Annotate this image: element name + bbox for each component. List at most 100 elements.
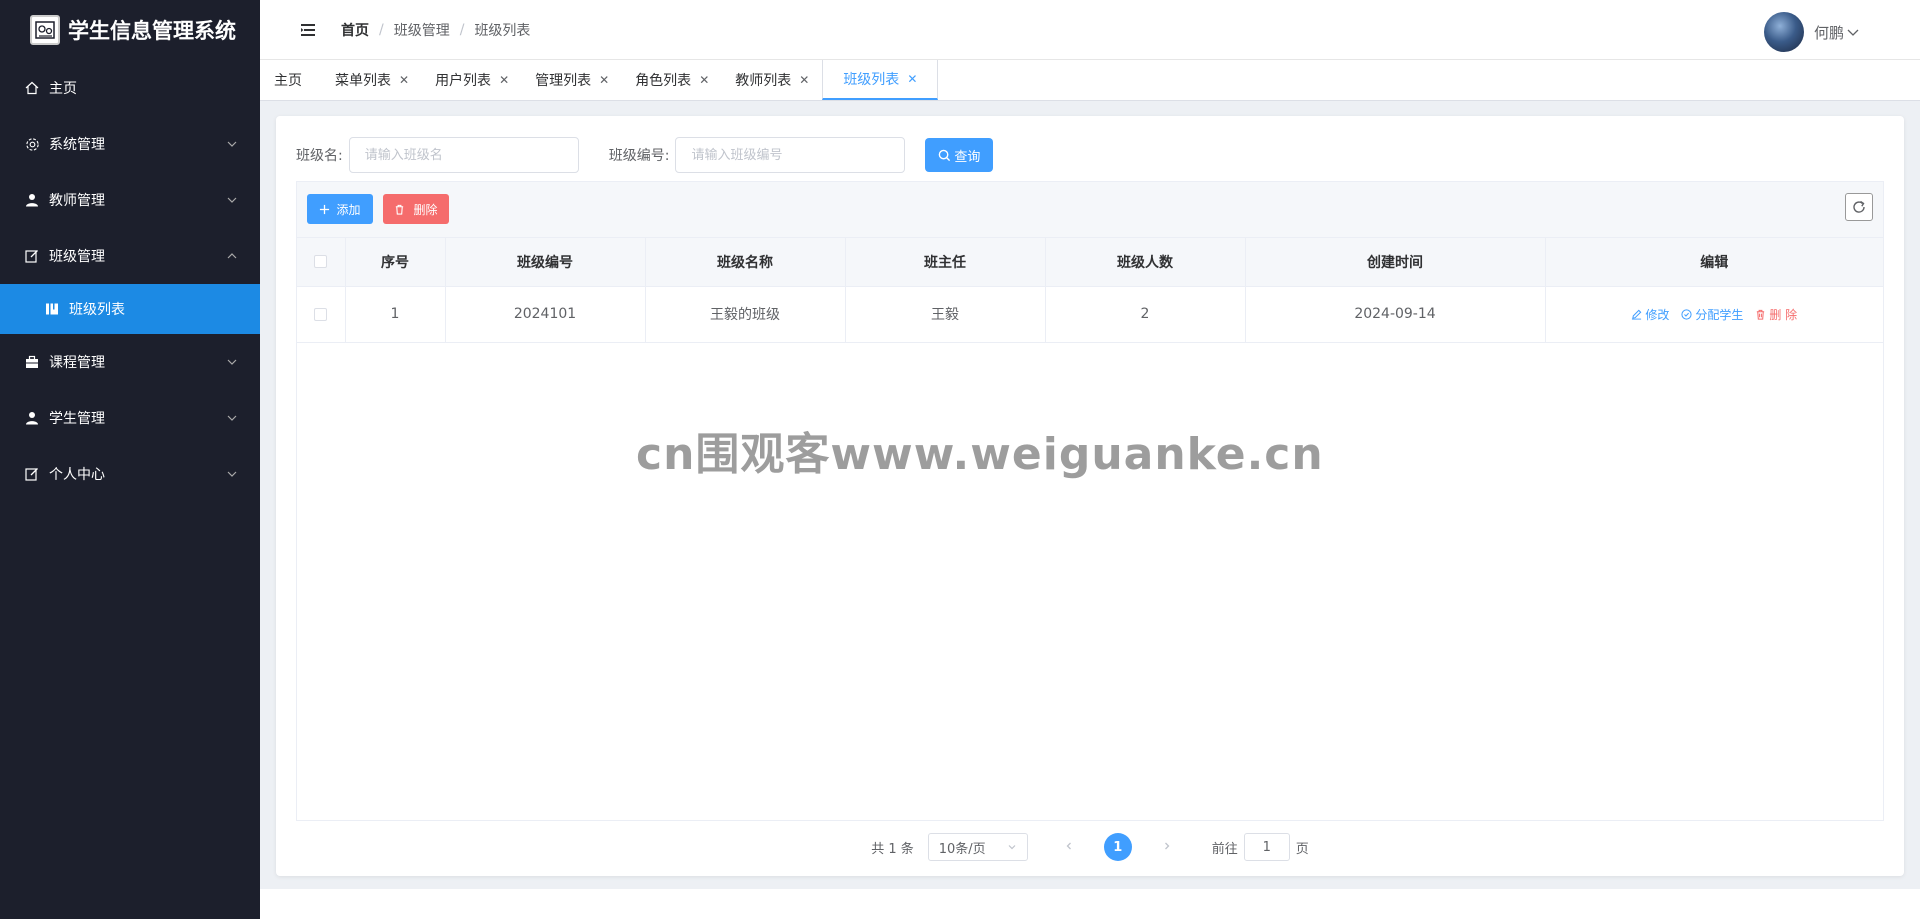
page-size-value: 10条/页 bbox=[938, 841, 986, 857]
column-header: 班级名称 bbox=[645, 238, 846, 287]
chevron-down-icon bbox=[1847, 29, 1859, 36]
user-menu[interactable]: 何鹏 bbox=[1763, 12, 1860, 52]
chevron-right-icon bbox=[1164, 842, 1170, 850]
tab-label: 教师列表 bbox=[735, 73, 792, 89]
trash-icon bbox=[396, 204, 404, 215]
assign-students-action[interactable]: 分配学生 bbox=[1681, 306, 1743, 323]
refresh-icon bbox=[1853, 200, 1865, 213]
close-icon[interactable]: ✕ bbox=[399, 73, 409, 87]
column-header: 编辑 bbox=[1545, 238, 1883, 287]
edit-action-label: 修改 bbox=[1645, 307, 1670, 322]
delete-button[interactable]: 删除 bbox=[383, 194, 449, 224]
row-checkbox[interactable] bbox=[314, 307, 328, 321]
sidebar-item-system[interactable]: 系统管理 bbox=[0, 116, 260, 172]
user-name[interactable]: 何鹏 bbox=[1814, 22, 1844, 43]
menu-toggle-icon[interactable] bbox=[298, 20, 318, 40]
main-card: 班级名: 班级编号: 查询 添加 删除 bbox=[276, 116, 1904, 876]
tab-teacher-list[interactable]: 教师列表 ✕ bbox=[722, 60, 822, 100]
app-title: 学生信息管理系统 bbox=[68, 19, 236, 43]
sidebar-item-label: 系统管理 bbox=[49, 137, 105, 153]
close-icon[interactable]: ✕ bbox=[907, 72, 917, 86]
select-all-checkbox[interactable] bbox=[314, 255, 328, 269]
sidebar-item-students[interactable]: 学生管理 bbox=[0, 390, 260, 446]
chevron-down-icon bbox=[227, 471, 237, 477]
chevron-down-icon bbox=[227, 141, 237, 147]
user-icon bbox=[24, 192, 40, 208]
class-name-input[interactable] bbox=[348, 137, 579, 173]
prev-page-button[interactable] bbox=[1054, 839, 1084, 855]
cell-created-time: 2024-09-14 bbox=[1245, 286, 1546, 343]
watermark-text: cn围观客www.weiguanke.cn bbox=[636, 429, 1324, 480]
breadcrumb-class-list: 班级列表 bbox=[474, 22, 531, 39]
cell-class-name: 王毅的班级 bbox=[645, 286, 846, 343]
cell-student-count: 2 bbox=[1045, 286, 1246, 343]
chevron-left-icon bbox=[1066, 842, 1071, 850]
breadcrumb: 首页 / 班级管理 / 班级列表 bbox=[341, 20, 530, 40]
tab-home[interactable]: 主页 bbox=[260, 60, 322, 100]
table-header-row: 序号 班级编号 班级名称 班主任 班级人数 创建时间 编辑 bbox=[297, 238, 1883, 287]
class-code-input[interactable] bbox=[675, 137, 906, 173]
column-header: 班级编号 bbox=[445, 238, 646, 287]
class-name-label: 班级名: bbox=[296, 148, 343, 164]
query-label: 查询 bbox=[954, 149, 981, 165]
add-label: 添加 bbox=[336, 202, 361, 217]
cell-head-teacher: 王毅 bbox=[845, 286, 1046, 343]
add-button[interactable]: 添加 bbox=[307, 194, 373, 224]
avatar[interactable] bbox=[1763, 12, 1804, 52]
close-icon[interactable]: ✕ bbox=[499, 73, 509, 87]
sidebar-item-label: 学生管理 bbox=[49, 411, 105, 427]
sidebar-item-profile[interactable]: 个人中心 bbox=[0, 446, 260, 502]
tab-role-list[interactable]: 角色列表 ✕ bbox=[622, 60, 722, 100]
cell-class-code: 2024101 bbox=[445, 286, 646, 343]
sidebar-item-home[interactable]: 主页 bbox=[0, 60, 260, 116]
page-size-select[interactable]: 10条/页 bbox=[927, 833, 1028, 861]
page-jump-input[interactable] bbox=[1243, 833, 1290, 861]
sidebar-subitem-class-list[interactable]: 班级列表 bbox=[0, 284, 260, 334]
breadcrumb-separator: / bbox=[379, 21, 384, 38]
brand: 学生信息管理系统 bbox=[0, 0, 260, 60]
sidebar-item-label: 主页 bbox=[49, 81, 77, 97]
select-all-cell bbox=[297, 238, 346, 287]
sidebar-item-label: 个人中心 bbox=[49, 467, 105, 483]
column-header: 序号 bbox=[345, 238, 446, 287]
tab-admin-list[interactable]: 管理列表 ✕ bbox=[522, 60, 622, 100]
row-select-cell bbox=[297, 286, 346, 343]
page-number-current[interactable]: 1 bbox=[1103, 833, 1132, 861]
tab-label: 用户列表 bbox=[435, 73, 492, 89]
sidebar-item-label: 课程管理 bbox=[49, 355, 105, 371]
bottom-strip bbox=[260, 889, 1920, 919]
tab-menu-list[interactable]: 菜单列表 ✕ bbox=[322, 60, 422, 100]
tab-user-list[interactable]: 用户列表 ✕ bbox=[422, 60, 522, 100]
column-header: 班主任 bbox=[845, 238, 1046, 287]
logo-icon bbox=[30, 15, 60, 45]
plus-icon bbox=[320, 204, 330, 214]
edit-action[interactable]: 修改 bbox=[1631, 306, 1669, 323]
cell-actions: 修改 分配学生 删 除 bbox=[1545, 286, 1883, 343]
sidebar-item-courses[interactable]: 课程管理 bbox=[0, 334, 260, 390]
sidebar-item-classes[interactable]: 班级管理 bbox=[0, 228, 260, 284]
search-icon bbox=[939, 149, 951, 161]
page-jump-suffix: 页 bbox=[1295, 841, 1309, 857]
edit-icon bbox=[24, 248, 40, 264]
user-icon bbox=[24, 410, 40, 426]
home-icon bbox=[24, 80, 40, 96]
close-icon[interactable]: ✕ bbox=[799, 73, 809, 87]
class-code-label: 班级编号: bbox=[608, 148, 670, 164]
assign-action-label: 分配学生 bbox=[1695, 307, 1744, 322]
page-jump: 前往 页 bbox=[1212, 833, 1309, 861]
close-icon[interactable]: ✕ bbox=[599, 73, 609, 87]
table-toolbar: 添加 删除 bbox=[296, 181, 1884, 237]
query-button[interactable]: 查询 bbox=[925, 138, 994, 172]
breadcrumb-home[interactable]: 首页 bbox=[341, 20, 369, 40]
chevron-down-icon bbox=[227, 197, 237, 203]
chevron-down-icon bbox=[227, 415, 237, 421]
next-page-button[interactable] bbox=[1152, 839, 1182, 855]
refresh-button[interactable] bbox=[1845, 193, 1873, 221]
tab-class-list[interactable]: 班级列表 ✕ bbox=[822, 60, 939, 100]
tab-label: 主页 bbox=[274, 73, 302, 89]
sidebar-item-teachers[interactable]: 教师管理 bbox=[0, 172, 260, 228]
tab-label: 管理列表 bbox=[535, 73, 592, 89]
delete-row-action[interactable]: 删 除 bbox=[1755, 306, 1797, 323]
page-jump-prefix: 前往 bbox=[1211, 841, 1238, 857]
close-icon[interactable]: ✕ bbox=[699, 73, 709, 87]
